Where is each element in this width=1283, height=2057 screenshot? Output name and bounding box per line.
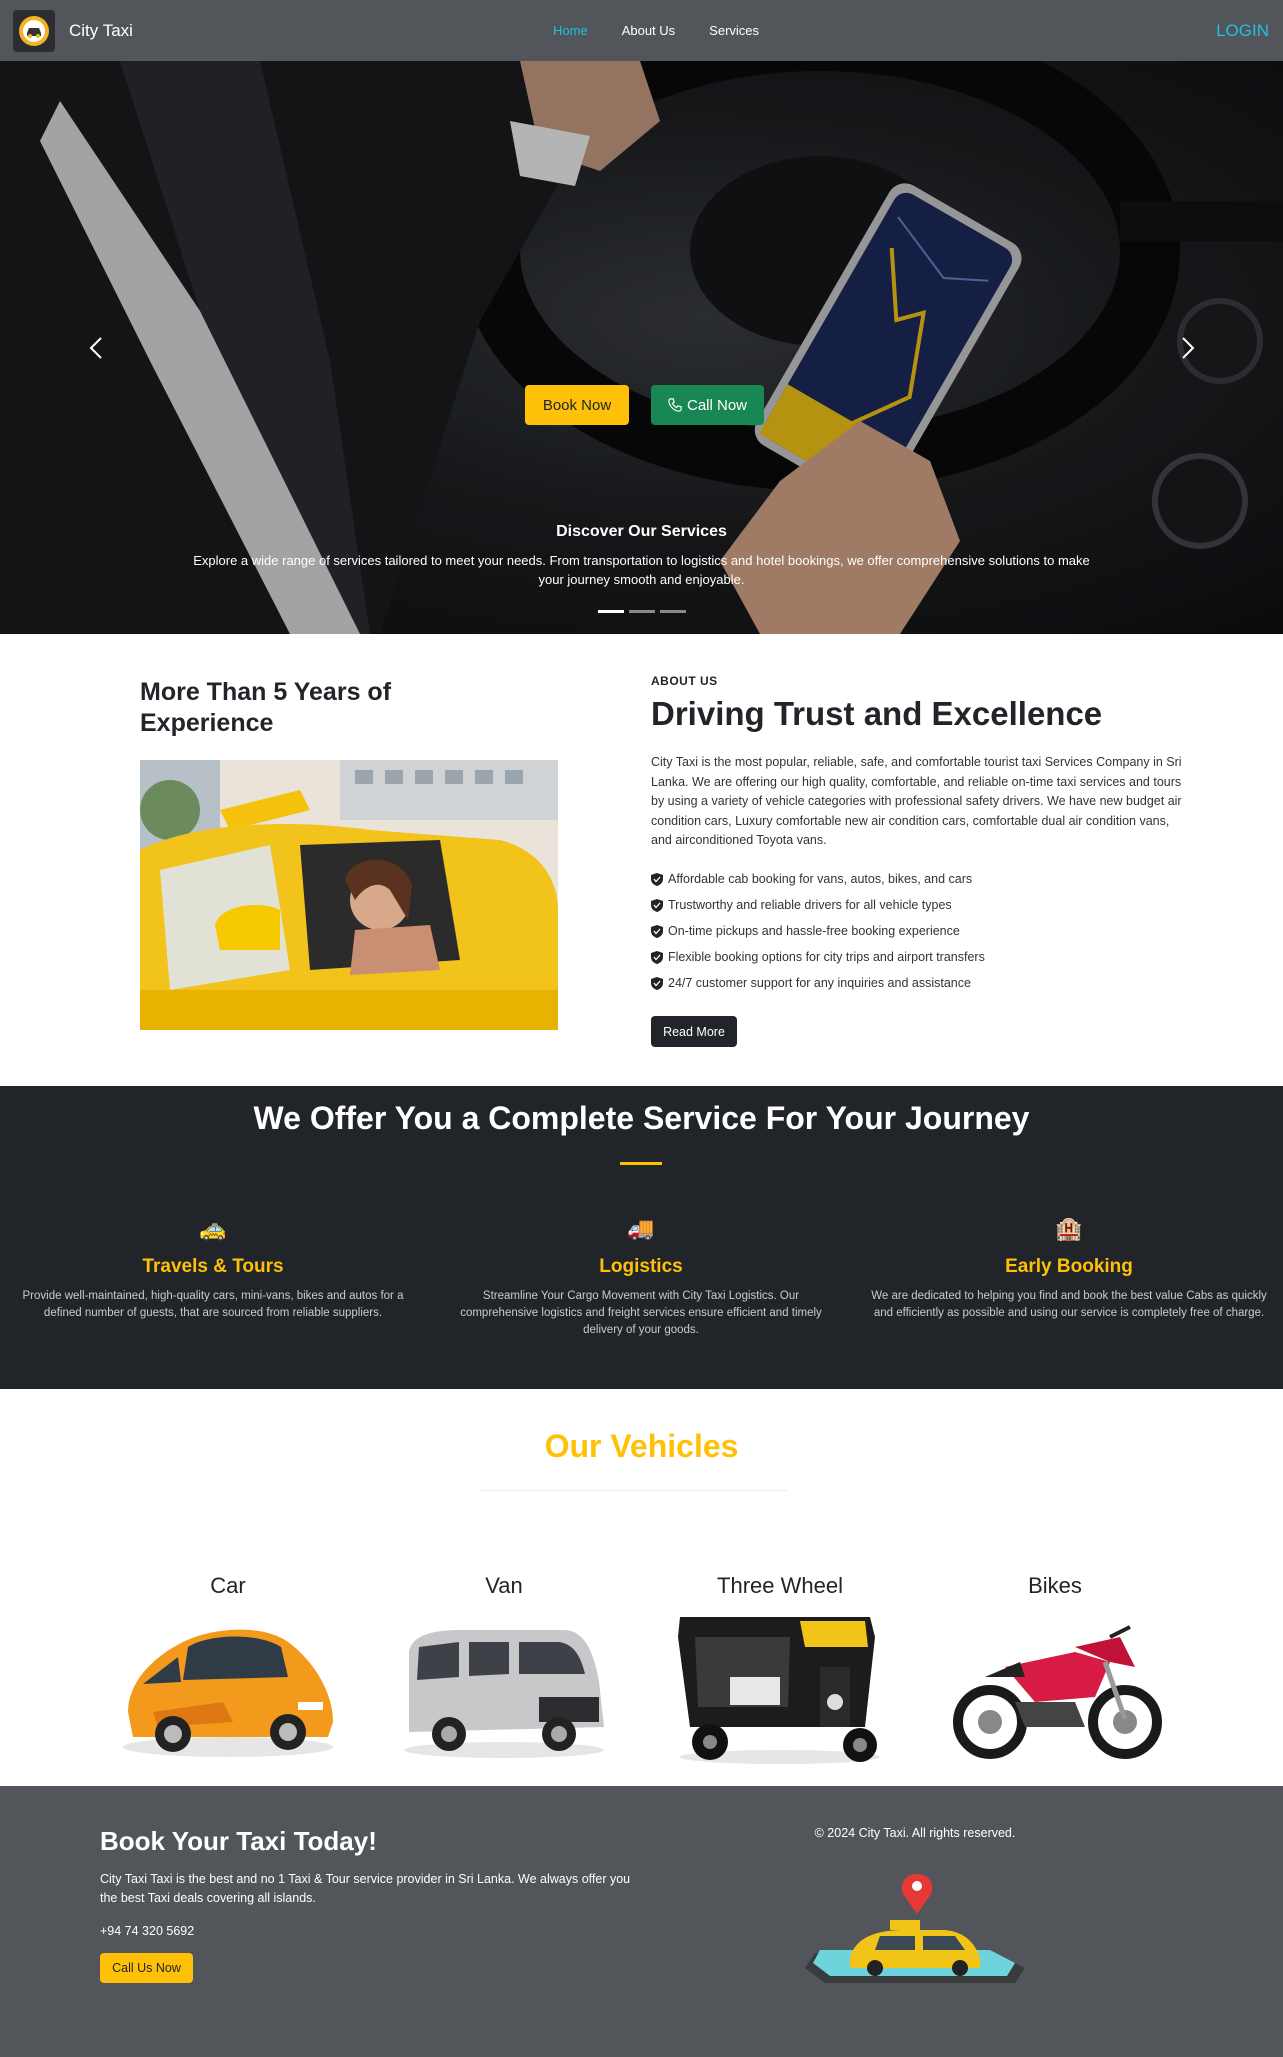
brand-name: City Taxi	[69, 20, 133, 40]
experience-title: More Than 5 Years of Experience	[140, 677, 400, 739]
vehicle-card-three-wheel[interactable]: Three Wheel	[650, 1573, 910, 1767]
shield-check-icon	[651, 872, 663, 886]
carousel-next-icon[interactable]	[1172, 333, 1202, 363]
carousel-indicator[interactable]	[660, 610, 686, 613]
about-eyebrow: ABOUT US	[651, 674, 718, 688]
feature-text: Trustworthy and reliable drivers for all…	[668, 898, 952, 912]
taxi-icon: 🚕	[199, 1216, 227, 1241]
truck-icon: 🚚	[627, 1216, 655, 1241]
hero-caption-title: Discover Our Services	[556, 523, 727, 540]
shield-check-icon	[651, 924, 663, 938]
footer-phone: +94 74 320 5692	[100, 1924, 195, 1938]
navbar: City Taxi Home About Us Services LOGIN	[0, 0, 1283, 61]
motorbike-image	[925, 1607, 1185, 1767]
nav-home-link[interactable]: Home	[553, 23, 588, 38]
service-title: Early Booking	[1005, 1256, 1133, 1277]
feature-item: On-time pickups and hassle-free booking …	[651, 918, 985, 944]
services-divider	[620, 1162, 662, 1165]
nav-links: Home About Us Services	[553, 0, 793, 61]
vehicle-card-bikes[interactable]: Bikes	[925, 1573, 1185, 1767]
copyright: © 2024 City Taxi. All rights reserved.	[814, 1826, 1016, 1840]
feature-item: 24/7 customer support for any inquiries …	[651, 970, 985, 996]
footer: Book Your Taxi Today! City Taxi Taxi is …	[0, 1786, 1283, 2057]
feature-text: Affordable cab booking for vans, autos, …	[668, 872, 973, 886]
brand[interactable]: City Taxi	[13, 9, 133, 52]
carousel-indicator[interactable]	[598, 610, 624, 613]
shield-check-icon	[651, 950, 663, 964]
service-text: Streamline Your Cargo Movement with City…	[460, 1290, 822, 1336]
vehicle-card-van[interactable]: Van	[374, 1573, 634, 1767]
phone-icon	[668, 398, 682, 412]
service-card-travels: 🚕 Travels & Tours Provide well-maintaine…	[3, 1216, 423, 1322]
service-text: Provide well-maintained, high-quality ca…	[22, 1290, 404, 1319]
shield-check-icon	[651, 898, 663, 912]
hero-caption: Discover Our Services Explore a wide ran…	[190, 523, 1093, 589]
nav-about-link[interactable]: About Us	[622, 23, 675, 38]
feature-item: Trustworthy and reliable drivers for all…	[651, 892, 985, 918]
car-image	[98, 1607, 358, 1767]
shield-check-icon	[651, 976, 663, 990]
service-text: We are dedicated to helping you find and…	[871, 1290, 1267, 1319]
hero-caption-text: Explore a wide range of services tailore…	[193, 553, 1090, 587]
service-card-logistics: 🚚 Logistics Streamline Your Cargo Moveme…	[431, 1216, 851, 1339]
hero-carousel: Book Now Call Now Discover Our Services …	[0, 61, 1283, 634]
vehicle-card-car[interactable]: Car	[98, 1573, 358, 1767]
vehicle-name: Three Wheel	[717, 1573, 843, 1598]
feature-list: Affordable cab booking for vans, autos, …	[651, 866, 985, 996]
taxi-driver-image	[140, 760, 558, 1030]
book-now-button[interactable]: Book Now	[525, 385, 629, 425]
vehicle-name: Bikes	[1028, 1573, 1082, 1598]
carousel-indicators	[598, 610, 691, 613]
footer-text: City Taxi Taxi is the best and no 1 Taxi…	[100, 1872, 631, 1905]
vehicles-divider	[480, 1490, 787, 1491]
about-heading: Driving Trust and Excellence	[651, 695, 1103, 732]
taxi-logo-icon	[13, 9, 55, 52]
footer-title: Book Your Taxi Today!	[100, 1826, 377, 1856]
feature-text: On-time pickups and hassle-free booking …	[668, 924, 960, 938]
hero-actions: Book Now Call Now	[525, 385, 764, 425]
feature-text: Flexible booking options for city trips …	[668, 950, 985, 964]
about-text: City Taxi is the most popular, reliable,…	[651, 755, 1182, 847]
feature-item: Affordable cab booking for vans, autos, …	[651, 866, 985, 892]
vehicle-name: Car	[210, 1573, 246, 1598]
nav-services-link[interactable]: Services	[709, 23, 759, 38]
call-now-button[interactable]: Call Now	[651, 385, 764, 425]
van-image	[374, 1607, 634, 1767]
feature-text: 24/7 customer support for any inquiries …	[668, 976, 971, 990]
carousel-prev-icon[interactable]	[82, 333, 112, 363]
carousel-indicator[interactable]	[629, 610, 655, 613]
services-section: We Offer You a Complete Service For Your…	[0, 1086, 1283, 1389]
vehicles-title: Our Vehicles	[544, 1428, 739, 1464]
services-title: We Offer You a Complete Service For Your…	[253, 1100, 1030, 1136]
service-card-booking: 🏨 Early Booking We are dedicated to help…	[859, 1216, 1279, 1322]
service-title: Travels & Tours	[142, 1256, 284, 1277]
hotel-icon: 🏨	[1055, 1216, 1083, 1241]
service-title: Logistics	[599, 1256, 683, 1277]
experience-title-text: More Than 5 Years of Experience	[140, 678, 392, 737]
read-more-button[interactable]: Read More	[651, 1016, 737, 1047]
three-wheeler-image	[650, 1607, 910, 1767]
taxi-map-pin-illustration	[795, 1868, 1035, 1993]
feature-item: Flexible booking options for city trips …	[651, 944, 985, 970]
login-link[interactable]: LOGIN	[1216, 21, 1269, 41]
call-now-label: Call Now	[686, 396, 747, 414]
vehicle-name: Van	[485, 1573, 523, 1598]
call-us-button[interactable]: Call Us Now	[100, 1953, 193, 1983]
